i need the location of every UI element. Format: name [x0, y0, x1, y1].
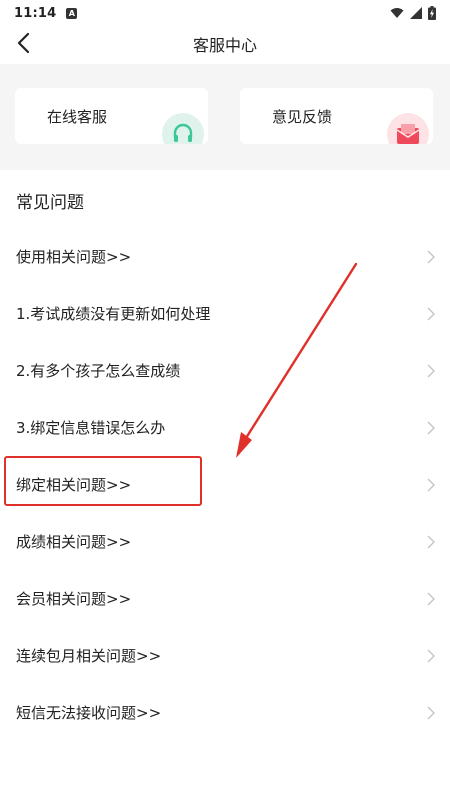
back-arrow-icon [17, 32, 30, 54]
chevron-right-icon [427, 250, 435, 263]
status-icons [390, 6, 436, 20]
chevron-right-icon [427, 478, 435, 491]
faq-item-label: 短信无法接收问题>> [16, 704, 162, 722]
chevron-right-icon [427, 649, 435, 662]
status-bar: 11:14 A [0, 0, 450, 26]
online-service-label: 在线客服 [47, 108, 108, 126]
faq-item-usage[interactable]: 使用相关问题>> [0, 228, 450, 285]
chevron-right-icon [427, 421, 435, 434]
faq-item-sms[interactable]: 短信无法接收问题>> [0, 684, 450, 741]
page-title: 客服中心 [192, 36, 257, 55]
faq-item-label: 成绩相关问题>> [16, 533, 132, 551]
faq-item-label: 会员相关问题>> [16, 590, 132, 608]
faq-item-score-not-updated[interactable]: 1.考试成绩没有更新如何处理 [0, 285, 450, 342]
title-bar: 客服中心 [0, 26, 450, 62]
chevron-right-icon [427, 307, 435, 320]
back-button[interactable] [10, 28, 36, 58]
battery-charging-icon [428, 6, 436, 20]
faq-item-scores[interactable]: 成绩相关问题>> [0, 513, 450, 570]
faq-item-label: 绑定相关问题>> [16, 476, 132, 494]
faq-item-monthly-subscription[interactable]: 连续包月相关问题>> [0, 627, 450, 684]
faq-item-label: 3.绑定信息错误怎么办 [16, 419, 166, 437]
feedback-label: 意见反馈 [272, 108, 333, 126]
chevron-right-icon [427, 535, 435, 548]
faq-section-title: 常见问题 [16, 193, 84, 213]
status-time: 11:14 [14, 5, 57, 21]
faq-item-multiple-children[interactable]: 2.有多个孩子怎么查成绩 [0, 342, 450, 399]
envelope-icon [387, 113, 429, 144]
feedback-card[interactable]: 意见反馈 [240, 88, 433, 144]
wifi-icon [390, 8, 404, 18]
faq-item-label: 2.有多个孩子怎么查成绩 [16, 362, 181, 380]
headset-icon [162, 113, 204, 144]
notification-icon: A [66, 7, 78, 19]
faq-item-label: 使用相关问题>> [16, 248, 132, 266]
faq-item-membership[interactable]: 会员相关问题>> [0, 570, 450, 627]
faq-item-label: 1.考试成绩没有更新如何处理 [16, 305, 211, 323]
chevron-right-icon [427, 592, 435, 605]
faq-item-binding[interactable]: 绑定相关问题>> [0, 456, 450, 513]
online-service-card[interactable]: 在线客服 [15, 88, 208, 144]
faq-list: 使用相关问题>> 1.考试成绩没有更新如何处理 2.有多个孩子怎么查成绩 3.绑… [0, 228, 450, 741]
faq-item-label: 连续包月相关问题>> [16, 647, 162, 665]
chevron-right-icon [427, 706, 435, 719]
chevron-right-icon [427, 364, 435, 377]
faq-item-binding-error[interactable]: 3.绑定信息错误怎么办 [0, 399, 450, 456]
signal-icon [410, 7, 422, 19]
